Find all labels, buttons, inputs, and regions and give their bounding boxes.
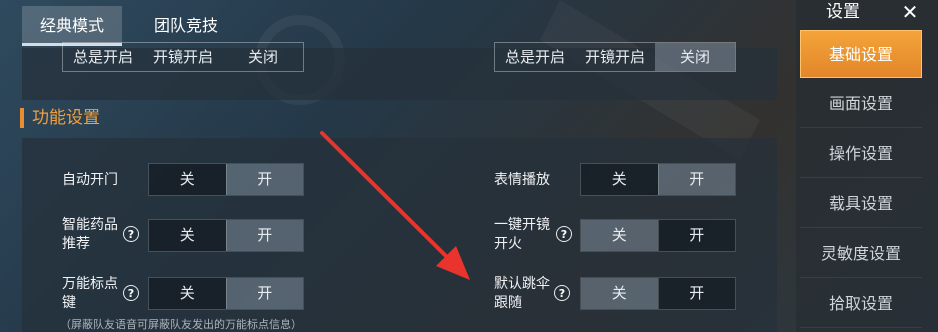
nav-item-vehicle-settings[interactable]: 载具设置 <box>800 180 922 228</box>
nav-item-controls-settings[interactable]: 操作设置 <box>800 130 922 178</box>
nav-item-basic-settings[interactable]: 基础设置 <box>800 30 922 78</box>
nav-item-sensitivity-settings[interactable]: 灵敏度设置 <box>800 230 922 278</box>
settings-title: 设置 <box>826 2 860 22</box>
nav-item-pickup-settings[interactable]: 拾取设置 <box>800 280 922 328</box>
nav-item-graphics-settings[interactable]: 画面设置 <box>800 80 922 128</box>
close-icon[interactable]: ✕ <box>890 0 930 26</box>
